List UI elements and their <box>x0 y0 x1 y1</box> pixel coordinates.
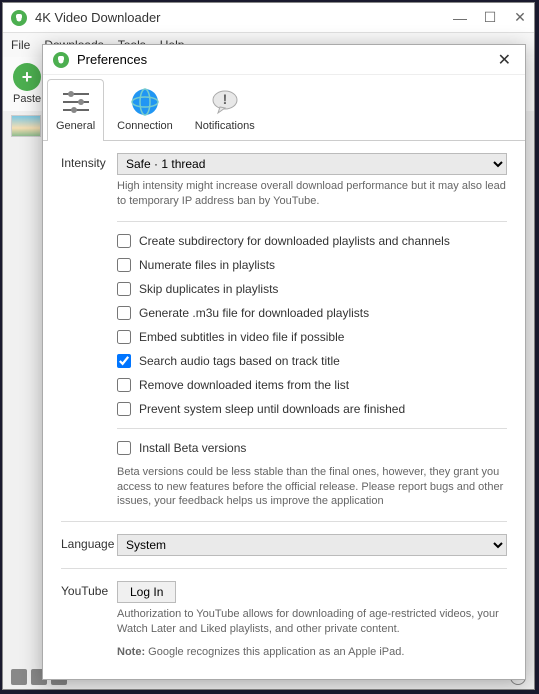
check-embed-subs-label: Embed subtitles in video file if possibl… <box>139 330 344 344</box>
tab-general-label: General <box>56 120 95 132</box>
youtube-row: YouTube Log In Authorization to YouTube … <box>61 581 507 660</box>
youtube-hint: Authorization to YouTube allows for down… <box>117 607 507 637</box>
check-m3u-box[interactable] <box>117 306 131 320</box>
check-audio-tags-box[interactable] <box>117 354 131 368</box>
check-skip-duplicates-box[interactable] <box>117 282 131 296</box>
check-numerate-box[interactable] <box>117 258 131 272</box>
note-prefix: Note: <box>117 646 145 658</box>
prefs-app-icon <box>53 52 69 68</box>
plus-icon: + <box>13 63 41 91</box>
app-icon <box>11 10 27 26</box>
check-beta: Install Beta versions <box>117 441 507 455</box>
check-m3u-label: Generate .m3u file for downloaded playli… <box>139 306 369 320</box>
tab-notifications[interactable]: ! Notifications <box>186 79 264 140</box>
check-beta-box[interactable] <box>117 441 131 455</box>
check-m3u: Generate .m3u file for downloaded playli… <box>117 306 507 320</box>
language-row: Language System <box>61 534 507 556</box>
check-prevent-sleep: Prevent system sleep until downloads are… <box>117 402 507 416</box>
check-prevent-sleep-label: Prevent system sleep until downloads are… <box>139 402 405 416</box>
speech-bubble-icon: ! <box>207 84 243 120</box>
prefs-titlebar: Preferences ✕ <box>43 45 525 75</box>
tab-connection-label: Connection <box>117 120 173 132</box>
window-title: 4K Video Downloader <box>35 10 454 25</box>
svg-text:!: ! <box>222 91 227 107</box>
separator <box>61 568 507 569</box>
beta-hint: Beta versions could be less stable than … <box>117 465 507 510</box>
check-audio-tags-label: Search audio tags based on track title <box>139 354 340 368</box>
separator <box>117 428 507 429</box>
check-numerate-label: Numerate files in playlists <box>139 258 275 272</box>
separator <box>61 521 507 522</box>
tab-connection[interactable]: Connection <box>108 79 182 140</box>
check-subdirectory-label: Create subdirectory for downloaded playl… <box>139 234 450 248</box>
paste-button[interactable]: + Paste <box>9 61 45 107</box>
check-numerate: Numerate files in playlists <box>117 258 507 272</box>
check-skip-duplicates: Skip duplicates in playlists <box>117 282 507 296</box>
sliders-icon <box>58 84 94 120</box>
facebook-icon[interactable] <box>11 669 27 685</box>
check-subdirectory-box[interactable] <box>117 234 131 248</box>
intensity-select[interactable]: Safe · 1 thread <box>117 153 507 175</box>
youtube-label: YouTube <box>61 581 117 598</box>
prefs-close-button[interactable]: ✕ <box>494 50 515 70</box>
tab-general[interactable]: General <box>47 79 104 140</box>
login-button[interactable]: Log In <box>117 581 176 603</box>
prefs-body: Intensity Safe · 1 thread High intensity… <box>43 141 525 679</box>
maximize-button[interactable]: ☐ <box>484 12 496 24</box>
minimize-button[interactable]: — <box>454 12 466 24</box>
check-skip-duplicates-label: Skip duplicates in playlists <box>139 282 278 296</box>
check-embed-subs: Embed subtitles in video file if possibl… <box>117 330 507 344</box>
note-text: Google recognizes this application as an… <box>145 646 404 658</box>
language-label: Language <box>61 534 117 551</box>
check-subdirectory: Create subdirectory for downloaded playl… <box>117 234 507 248</box>
globe-wire-icon <box>127 84 163 120</box>
video-thumbnail[interactable] <box>11 115 41 137</box>
youtube-note: Note: Google recognizes this application… <box>117 645 507 660</box>
prefs-title: Preferences <box>77 52 494 67</box>
check-beta-label: Install Beta versions <box>139 441 246 455</box>
paste-label: Paste <box>13 93 41 105</box>
intensity-label: Intensity <box>61 153 117 170</box>
check-embed-subs-box[interactable] <box>117 330 131 344</box>
menu-file[interactable]: File <box>11 38 30 52</box>
check-remove-downloaded-label: Remove downloaded items from the list <box>139 378 349 392</box>
preferences-dialog: Preferences ✕ General Connection ! Notif… <box>42 44 526 680</box>
prefs-tabs: General Connection ! Notifications <box>43 75 525 141</box>
beta-group: Install Beta versions Beta versions coul… <box>117 441 507 510</box>
close-button[interactable]: ✕ <box>514 12 526 24</box>
window-controls: — ☐ ✕ <box>454 12 526 24</box>
language-select[interactable]: System <box>117 534 507 556</box>
tab-notifications-label: Notifications <box>195 120 255 132</box>
intensity-row: Intensity Safe · 1 thread High intensity… <box>61 153 507 209</box>
check-remove-downloaded-box[interactable] <box>117 378 131 392</box>
titlebar: 4K Video Downloader — ☐ ✕ <box>3 3 534 33</box>
intensity-hint: High intensity might increase overall do… <box>117 179 507 209</box>
check-audio-tags: Search audio tags based on track title <box>117 354 507 368</box>
separator <box>117 221 507 222</box>
checkbox-group: Create subdirectory for downloaded playl… <box>117 234 507 416</box>
check-prevent-sleep-box[interactable] <box>117 402 131 416</box>
check-remove-downloaded: Remove downloaded items from the list <box>117 378 507 392</box>
